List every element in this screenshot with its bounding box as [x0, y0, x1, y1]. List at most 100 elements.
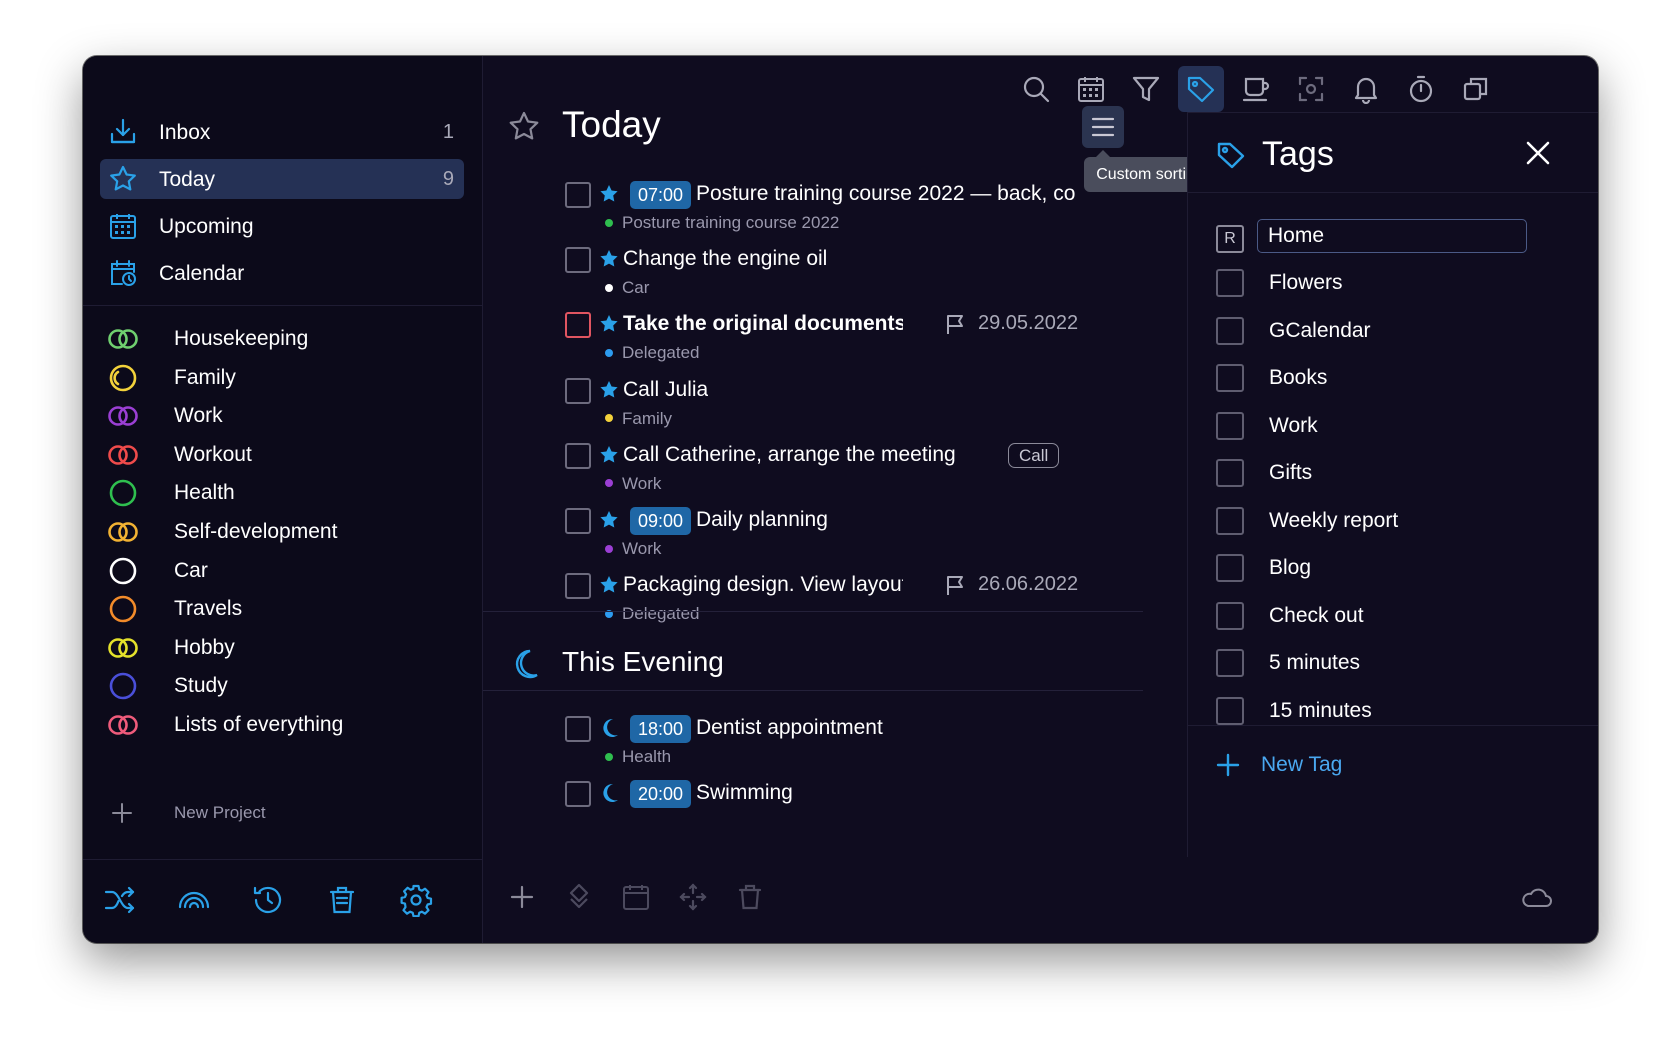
task-checkbox[interactable]: [565, 573, 591, 600]
task-row[interactable]: Packaging design. View layouts 26.06.2022…: [483, 572, 1123, 628]
project-health[interactable]: Health: [107, 475, 467, 511]
task-checkbox[interactable]: [565, 442, 591, 469]
shuffle-icon[interactable]: [103, 883, 137, 917]
custom-sorting-button[interactable]: [1082, 106, 1124, 148]
task-row[interactable]: Change the engine oil Car: [483, 246, 1123, 302]
project-hobby[interactable]: Hobby: [107, 630, 467, 666]
add-task-icon[interactable]: [507, 882, 537, 912]
tag-checkbox[interactable]: [1216, 316, 1244, 345]
task-row[interactable]: 20:00 Swimming: [483, 780, 1123, 836]
trash-icon[interactable]: [325, 883, 359, 917]
tag-item-gifts[interactable]: Gifts: [1188, 453, 1598, 493]
tag-checkbox[interactable]: [1216, 364, 1244, 392]
sidebar-item-label: Calendar: [159, 262, 245, 285]
project-family[interactable]: Family: [107, 360, 467, 396]
project-car[interactable]: Car: [107, 553, 467, 589]
tag-name-input[interactable]: [1257, 219, 1527, 253]
task-title: Call Catherine, arrange the meeting: [623, 442, 956, 466]
history-icon[interactable]: [251, 883, 285, 917]
plus-icon[interactable]: [1216, 753, 1240, 777]
cloud-sync-icon[interactable]: [1519, 885, 1553, 909]
task-checkbox[interactable]: [565, 781, 591, 807]
task-checkbox[interactable]: [565, 312, 591, 339]
tag-item-weekly-report[interactable]: Weekly report: [1188, 501, 1598, 541]
star-icon: [110, 165, 136, 191]
task-checkbox[interactable]: [565, 716, 591, 742]
tag-item-5-minutes[interactable]: 5 minutes: [1188, 643, 1598, 683]
project-travels[interactable]: Travels: [107, 591, 467, 627]
move-icon[interactable]: [564, 882, 594, 912]
task-checkbox[interactable]: [565, 182, 591, 208]
tag-item-work[interactable]: Work: [1188, 406, 1598, 446]
tag-checkbox[interactable]: [1216, 696, 1244, 725]
sidebar-item-today[interactable]: Today 9: [100, 159, 464, 199]
task-title: Packaging design. View layouts: [623, 573, 903, 597]
task-row[interactable]: Call Julia Family: [483, 377, 1123, 433]
task-project: Delegated: [605, 604, 700, 624]
sidebar-item-inbox[interactable]: Inbox 1: [100, 112, 464, 152]
screenshot-button[interactable]: [1288, 66, 1334, 112]
tag-checkbox[interactable]: [1216, 506, 1244, 535]
schedule-icon[interactable]: [621, 882, 651, 912]
task-title: Daily planning: [696, 508, 828, 531]
close-icon[interactable]: [1524, 139, 1552, 167]
task-row[interactable]: 07:00 Posture training course 2022 — back…: [483, 181, 1123, 237]
filter-button[interactable]: [1123, 66, 1169, 112]
tag-item-blog[interactable]: Blog: [1188, 548, 1598, 588]
timer-button[interactable]: [1398, 66, 1444, 112]
tag-checkbox[interactable]: [1216, 554, 1244, 582]
project-lists-of-everything[interactable]: Lists of everything: [107, 707, 467, 743]
sidebar-item-calendar[interactable]: Calendar: [100, 253, 464, 293]
moon-icon: [515, 649, 538, 679]
app-window: Inbox 1 Today 9 Upcoming Calendar Housek…: [83, 56, 1598, 943]
project-study[interactable]: Study: [107, 668, 467, 704]
task-row[interactable]: Call Catherine, arrange the meeting Call W…: [483, 442, 1123, 498]
task-checkbox[interactable]: [565, 508, 591, 534]
new-tag-button[interactable]: New Tag: [1261, 753, 1342, 777]
project-housekeeping[interactable]: Housekeeping: [107, 321, 467, 357]
task-checkbox[interactable]: [565, 377, 591, 404]
project-work[interactable]: Work: [107, 398, 467, 434]
tag-item-flowers[interactable]: Flowers: [1188, 263, 1598, 303]
search-button[interactable]: [1013, 66, 1059, 112]
tag-checkbox[interactable]: [1216, 649, 1244, 677]
task-row[interactable]: Take the original documents t 29.05.2022 D…: [483, 311, 1123, 367]
task-project-label: Health: [622, 747, 672, 766]
task-row[interactable]: 18:00 Dentist appointment Health: [483, 715, 1123, 771]
tag-checkbox[interactable]: [1216, 459, 1244, 487]
tag-item-books[interactable]: Books: [1188, 358, 1598, 398]
project-workout[interactable]: Workout: [107, 437, 467, 473]
coffee-cup-icon: [1242, 77, 1270, 102]
time-badge: 09:00: [630, 507, 692, 535]
drag-arrows-icon[interactable]: [678, 882, 708, 912]
project-self-development[interactable]: Self-development: [107, 514, 467, 550]
tags-header: Tags: [1188, 113, 1598, 193]
task-checkbox[interactable]: [565, 247, 591, 274]
double-ring-icon: [108, 444, 138, 465]
sidebar-item-upcoming[interactable]: Upcoming: [100, 206, 464, 246]
new-project-button[interactable]: New Project: [107, 799, 407, 829]
tags-button[interactable]: [1178, 66, 1224, 112]
tag-checkbox[interactable]: [1216, 601, 1244, 630]
focus-button[interactable]: [1233, 66, 1279, 112]
tag-label: Work: [1269, 413, 1318, 437]
tag-checkbox[interactable]: [1216, 269, 1244, 297]
star-icon: [600, 185, 618, 202]
notifications-button[interactable]: [1343, 66, 1389, 112]
tag-item-15-minutes[interactable]: 15 minutes: [1188, 691, 1598, 726]
new-window-button[interactable]: [1453, 66, 1499, 112]
tag-checkbox[interactable]: [1216, 411, 1244, 440]
project-label: Travels: [174, 597, 243, 621]
tag-item-check-out[interactable]: Check out: [1188, 596, 1598, 636]
tag-icon: [1217, 142, 1245, 169]
tag-item-gcalendar[interactable]: GCalendar: [1188, 311, 1598, 351]
delete-icon[interactable]: [735, 882, 765, 912]
project-dot: [605, 218, 613, 227]
gear-icon[interactable]: [399, 883, 433, 917]
shortcut-r-icon: R: [1216, 225, 1244, 253]
flag-icon: [947, 315, 963, 335]
broadcast-icon[interactable]: [177, 883, 211, 917]
task-row[interactable]: 09:00 Daily planning Work: [483, 507, 1123, 563]
task-project: Posture training course 2022: [605, 213, 839, 233]
task-tag-badge[interactable]: Call: [1008, 442, 1060, 468]
